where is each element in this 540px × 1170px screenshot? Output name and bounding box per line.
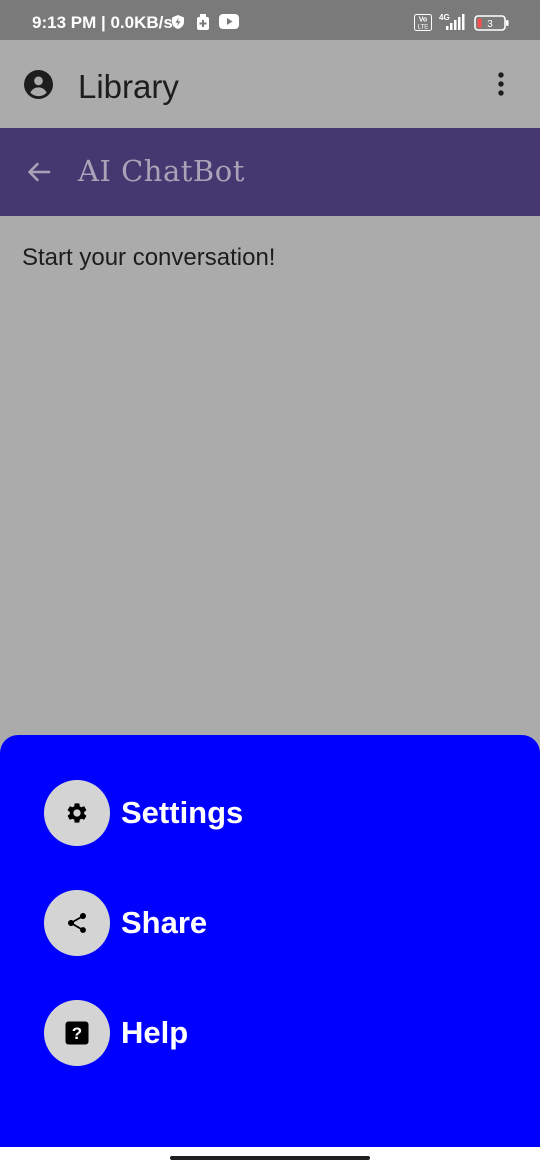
svg-text:LTE: LTE bbox=[418, 25, 429, 31]
settings-icon-circle bbox=[44, 780, 110, 846]
help-icon-circle: ? bbox=[44, 1000, 110, 1066]
settings-label: Settings bbox=[121, 795, 244, 830]
empty-conversation-message: Start your conversation! bbox=[22, 244, 276, 271]
status-time: 9:13 PM | 0.0KB/s bbox=[32, 13, 173, 32]
app-bar: Library bbox=[0, 40, 540, 128]
svg-text:4G: 4G bbox=[439, 13, 450, 22]
battery-icon: 3 bbox=[474, 15, 510, 36]
cleaner-icon bbox=[196, 14, 210, 35]
share-label: Share bbox=[121, 905, 208, 940]
chat-title: AI ChatBot bbox=[78, 154, 245, 188]
menu-item-settings[interactable]: Settings bbox=[44, 780, 444, 846]
share-icon-circle bbox=[44, 890, 110, 956]
app-title: Library bbox=[78, 68, 179, 105]
account-circle-icon[interactable] bbox=[24, 70, 53, 104]
more-vert-icon[interactable] bbox=[496, 72, 506, 103]
bottom-sheet-menu: Settings Share ? Help bbox=[0, 735, 540, 1147]
menu-item-help[interactable]: ? Help bbox=[44, 1000, 444, 1066]
help-icon: ? bbox=[65, 1021, 89, 1045]
signal-icon: 4G bbox=[438, 12, 468, 37]
arrow-back-icon[interactable] bbox=[26, 161, 51, 188]
youtube-icon bbox=[219, 14, 239, 34]
menu-item-share[interactable]: Share bbox=[44, 890, 444, 956]
chat-toolbar: AI ChatBot bbox=[0, 128, 540, 216]
share-icon bbox=[68, 913, 86, 933]
svg-text:?: ? bbox=[72, 1024, 82, 1043]
system-nav-bar bbox=[0, 1147, 540, 1170]
help-label: Help bbox=[121, 1015, 189, 1050]
volte-icon: Vo LTE bbox=[414, 14, 432, 36]
svg-text:Vo: Vo bbox=[419, 17, 427, 24]
status-bar: 9:13 PM | 0.0KB/s Vo LTE 4G 3 bbox=[0, 0, 540, 40]
svg-text:3: 3 bbox=[487, 19, 493, 30]
gear-icon bbox=[67, 803, 87, 823]
home-indicator[interactable] bbox=[170, 1156, 370, 1160]
bolt-shield-icon bbox=[170, 14, 186, 35]
